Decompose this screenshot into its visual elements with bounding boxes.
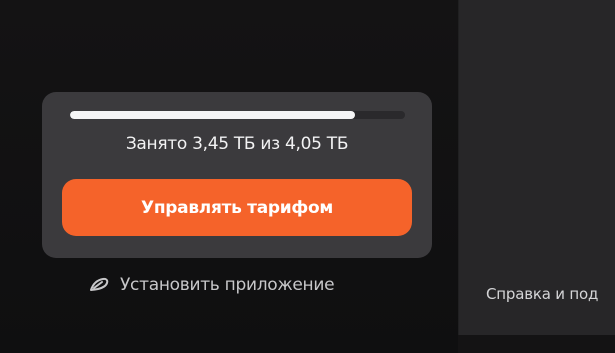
storage-usage-text: Занято 3,45 ТБ из 4,05 ТБ bbox=[125, 134, 349, 154]
storage-progress-bar bbox=[70, 111, 405, 119]
install-app-label: Установить приложение bbox=[120, 275, 335, 295]
sidebar: Занято 3,45 ТБ из 4,05 ТБ Управлять тари… bbox=[0, 0, 458, 353]
app-install-icon bbox=[88, 276, 110, 294]
storage-progress-fill bbox=[70, 111, 355, 119]
storage-card: Занято 3,45 ТБ из 4,05 ТБ Управлять тари… bbox=[42, 92, 432, 258]
manage-tariff-button[interactable]: Управлять тарифом bbox=[62, 179, 412, 236]
help-link[interactable]: Справка и под bbox=[486, 285, 598, 303]
install-app-link[interactable]: Установить приложение bbox=[88, 273, 335, 297]
